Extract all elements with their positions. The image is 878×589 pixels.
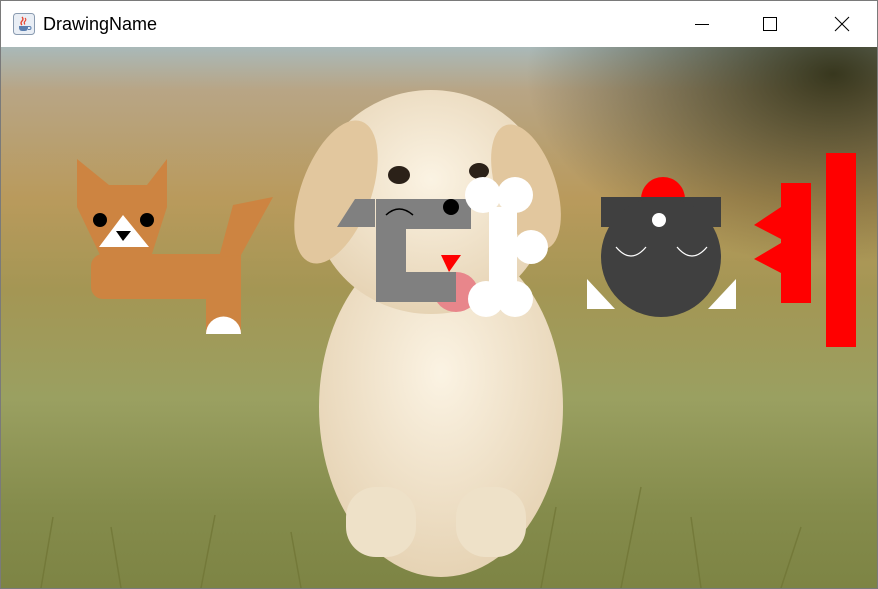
maximize-icon <box>763 17 777 31</box>
close-icon <box>834 16 850 32</box>
cat-left-eye <box>93 213 107 227</box>
title-bar[interactable]: DrawingName <box>1 1 877 47</box>
minimize-icon <box>695 24 709 25</box>
drawing-scene <box>1 47 877 588</box>
minimize-button[interactable] <box>668 1 736 47</box>
maximize-button[interactable] <box>736 1 804 47</box>
cat-right-eye <box>140 213 154 227</box>
window-title: DrawingName <box>43 14 158 34</box>
close-button[interactable] <box>808 1 876 47</box>
app-window: DrawingName <box>0 0 878 589</box>
java-coffee-cup-icon <box>13 13 35 35</box>
drawing-canvas <box>1 47 877 588</box>
hat-button <box>652 213 666 227</box>
